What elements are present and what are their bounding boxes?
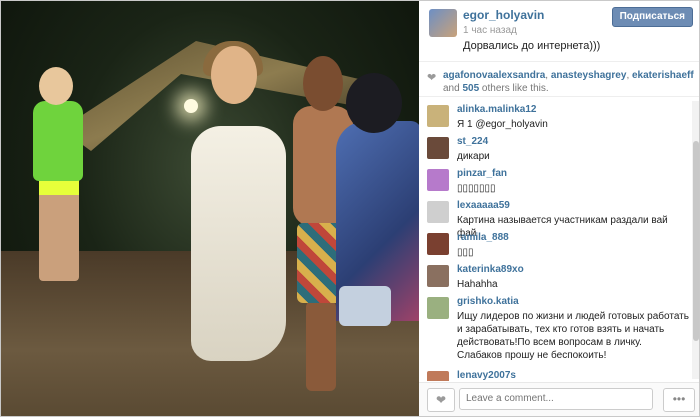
comment-text: ▯▯▯▯▯▯▯ bbox=[457, 183, 496, 194]
commenter-username[interactable]: lenavy2007s bbox=[457, 370, 516, 381]
heart-icon: ❤ bbox=[435, 393, 447, 407]
commenter-username[interactable]: ramila_888 bbox=[457, 232, 509, 243]
commenter-avatar[interactable] bbox=[427, 233, 449, 255]
commenter-username[interactable]: katerinka89xo bbox=[457, 264, 524, 275]
comment-item: grishko.katia Ищу лидеров по жизни и люд… bbox=[419, 293, 691, 367]
post-photo[interactable] bbox=[1, 1, 419, 416]
comment-text: ▯▯▯ bbox=[457, 247, 474, 258]
post-timestamp[interactable]: 1 час назад bbox=[463, 25, 517, 36]
heart-icon: ❤ bbox=[427, 72, 437, 84]
photo-lamp bbox=[184, 99, 198, 113]
scrollbar-thumb[interactable] bbox=[693, 141, 699, 341]
liker-1[interactable]: agafonovaalexsandra bbox=[443, 70, 545, 81]
owner-username[interactable]: egor_holyavin bbox=[463, 8, 544, 22]
comment-item: lexaaaaa59 Картина называется участникам… bbox=[419, 197, 691, 239]
post-sidebar: egor_holyavin 1 час назад Дорвались до и… bbox=[419, 1, 699, 416]
comment-item: alinka.malinka12 Я 1 @egor_holyavin bbox=[419, 101, 691, 133]
commenter-avatar[interactable] bbox=[427, 371, 449, 381]
commenter-username[interactable]: pinzar_fan bbox=[457, 168, 507, 179]
likes-bar: ❤ agafonovaalexsandra, anasteyshagrey, e… bbox=[419, 61, 699, 97]
comments-scrollbar[interactable] bbox=[692, 101, 699, 379]
photo-person-1-body bbox=[33, 101, 83, 181]
commenter-avatar[interactable] bbox=[427, 297, 449, 319]
commenter-username[interactable]: st_224 bbox=[457, 136, 488, 147]
more-options-button[interactable]: ••• bbox=[663, 388, 695, 412]
like-button[interactable]: ❤ bbox=[427, 388, 455, 412]
likes-text: agafonovaalexsandra, anasteyshagrey, eka… bbox=[443, 69, 695, 95]
comment-item: ramila_888 ▯▯▯ bbox=[419, 229, 691, 261]
comment-item: st_224 дикари bbox=[419, 133, 691, 165]
post-header: egor_holyavin 1 час назад Дорвались до и… bbox=[419, 1, 699, 61]
photo-person-3-head bbox=[303, 56, 343, 111]
likes-suffix: others like this. bbox=[479, 83, 549, 94]
commenter-username[interactable]: lexaaaaa59 bbox=[457, 200, 510, 211]
comment-text: дикари bbox=[457, 151, 490, 162]
comments-list: alinka.malinka12 Я 1 @egor_holyavin st_2… bbox=[419, 101, 691, 381]
photo-person-4-shorts bbox=[339, 286, 391, 326]
commenter-avatar[interactable] bbox=[427, 265, 449, 287]
photo-person-2-head bbox=[211, 46, 257, 104]
comment-text: Я 1 @egor_holyavin bbox=[457, 119, 548, 130]
likes-and: and bbox=[443, 83, 463, 94]
comment-footer: ❤ ••• bbox=[419, 382, 699, 416]
follow-button[interactable]: Подписаться bbox=[611, 7, 693, 27]
liker-3[interactable]: ekaterishaeff bbox=[632, 70, 694, 81]
comment-item: pinzar_fan ▯▯▯▯▯▯▯ bbox=[419, 165, 691, 197]
comment-text: Ищу лидеров по жизни и людей готовых раб… bbox=[457, 311, 689, 361]
comment-item: lenavy2007s bbox=[419, 367, 691, 381]
commenter-avatar[interactable] bbox=[427, 137, 449, 159]
owner-avatar[interactable] bbox=[429, 9, 457, 37]
comment-item: katerinka89xo Hahahha bbox=[419, 261, 691, 293]
commenter-username[interactable]: alinka.malinka12 bbox=[457, 104, 537, 115]
post-caption: Дорвались до интернета))) bbox=[463, 40, 601, 52]
photo-person-3-legs bbox=[306, 301, 336, 391]
comment-input[interactable] bbox=[459, 388, 653, 410]
instagram-post-embed: egor_holyavin 1 час назад Дорвались до и… bbox=[0, 0, 700, 417]
photo-person-4-head bbox=[346, 73, 402, 133]
commenter-avatar[interactable] bbox=[427, 105, 449, 127]
liker-2[interactable]: anasteyshagrey bbox=[551, 70, 627, 81]
photo-person-2-dress bbox=[191, 126, 286, 361]
commenter-username[interactable]: grishko.katia bbox=[457, 296, 519, 307]
likes-count[interactable]: 505 bbox=[462, 83, 479, 94]
photo-person-1-head bbox=[39, 67, 73, 105]
ellipsis-icon: ••• bbox=[672, 392, 686, 406]
commenter-avatar[interactable] bbox=[427, 169, 449, 191]
photo-person-1-legs bbox=[39, 171, 79, 281]
commenter-avatar[interactable] bbox=[427, 201, 449, 223]
comment-text: Hahahha bbox=[457, 279, 498, 290]
